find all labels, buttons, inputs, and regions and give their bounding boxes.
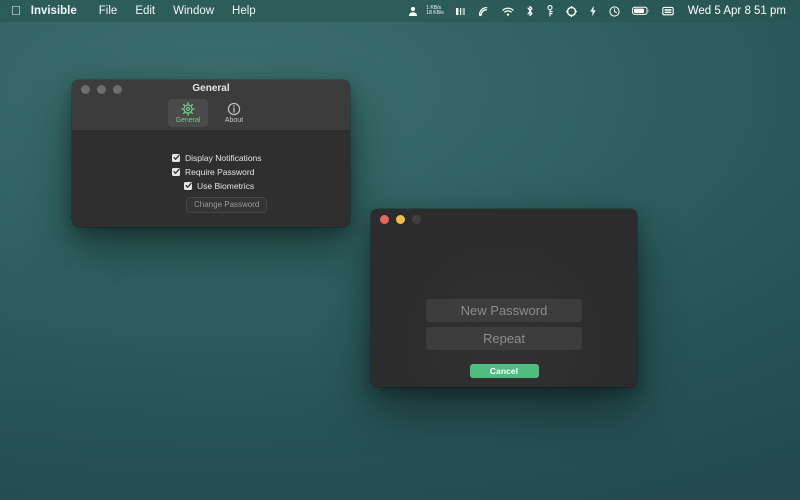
dialog-close-button[interactable] xyxy=(380,214,389,224)
toolbar-tab-about[interactable]: About xyxy=(214,99,254,127)
checkbox-row-use-biometrics[interactable]: Use Biometrics xyxy=(184,179,350,192)
network-speed-indicator[interactable]: 1 KB/s 18 KB/s xyxy=(424,5,448,17)
settings-toolbar: General About xyxy=(72,98,350,131)
dialog-content-area: New Password Repeat Cancel xyxy=(371,229,637,387)
checkbox-row-require-password[interactable]: Require Password xyxy=(172,165,350,178)
gear-icon xyxy=(181,101,196,116)
menu-item-help[interactable]: Help xyxy=(223,0,265,22)
dialog-minimize-button[interactable] xyxy=(396,214,405,224)
dialog-title-bar[interactable] xyxy=(371,209,637,229)
toolbar-tab-general[interactable]: General xyxy=(168,99,208,127)
new-password-input[interactable]: New Password xyxy=(426,299,582,322)
checkbox-use-biometrics[interactable] xyxy=(184,181,192,190)
time-machine-icon[interactable] xyxy=(603,0,626,22)
settings-options-list: Display Notifications Require Password U… xyxy=(172,151,350,213)
settings-title-bar[interactable]: General xyxy=(72,80,350,98)
power-bolt-icon[interactable] xyxy=(583,0,603,22)
menu-item-file[interactable]: File xyxy=(90,0,127,22)
dialog-zoom-button xyxy=(412,214,421,224)
toolbar-tab-general-label: General xyxy=(175,117,201,124)
desktop:  Invisible File Edit Window Help 1 KB/s… xyxy=(0,0,800,500)
toolbar-tab-about-label: About xyxy=(224,117,244,124)
settings-content-area: Display Notifications Require Password U… xyxy=(72,131,350,227)
settings-minimize-button[interactable] xyxy=(97,84,106,94)
repeat-password-input[interactable]: Repeat xyxy=(426,327,582,350)
checkbox-label-use-biometrics: Use Biometrics xyxy=(197,180,255,191)
cellular-signal-icon[interactable] xyxy=(472,0,496,22)
settings-close-button[interactable] xyxy=(81,84,90,94)
network-upload-rate: 18 KB/s xyxy=(426,10,444,16)
checkbox-label-require-password: Require Password xyxy=(185,166,255,177)
battery-icon[interactable] xyxy=(626,0,656,22)
user-icon[interactable] xyxy=(402,0,424,22)
wifi-icon[interactable] xyxy=(496,0,520,22)
checkbox-row-display-notifications[interactable]: Display Notifications xyxy=(172,151,350,164)
change-password-dialog[interactable]: New Password Repeat Cancel xyxy=(371,209,637,387)
cancel-button[interactable]: Cancel xyxy=(469,364,539,378)
settings-traffic-lights xyxy=(81,84,122,94)
volume-bars-icon[interactable] xyxy=(449,0,472,22)
menu-item-app-name[interactable]: Invisible xyxy=(31,0,90,22)
menu-item-window[interactable]: Window xyxy=(164,0,223,22)
menu-bar:  Invisible File Edit Window Help 1 KB/s… xyxy=(0,0,800,22)
general-settings-window[interactable]: General General About Display Notificati… xyxy=(72,80,350,227)
checkbox-label-display-notifications: Display Notifications xyxy=(185,152,262,163)
change-password-button[interactable]: Change Password xyxy=(186,197,268,213)
menu-item-edit[interactable]: Edit xyxy=(126,0,164,22)
menu-bar-clock[interactable]: Wed 5 Apr 8 51 pm xyxy=(680,0,792,22)
display-icon[interactable] xyxy=(656,0,680,22)
menu-bar-left:  Invisible File Edit Window Help xyxy=(0,0,265,22)
info-circle-icon xyxy=(227,101,242,116)
settings-zoom-button[interactable] xyxy=(113,84,122,94)
gear-icon[interactable] xyxy=(560,0,583,22)
keychain-icon[interactable] xyxy=(540,0,560,22)
checkbox-require-password[interactable] xyxy=(172,167,180,176)
checkbox-display-notifications[interactable] xyxy=(172,153,180,162)
menu-bar-status-area: 1 KB/s 18 KB/s Wed 5 Apr 8 51 pm xyxy=(402,0,800,22)
bluetooth-icon[interactable] xyxy=(520,0,540,22)
dialog-traffic-lights xyxy=(380,214,421,224)
apple-logo-icon[interactable]:  xyxy=(0,0,31,22)
